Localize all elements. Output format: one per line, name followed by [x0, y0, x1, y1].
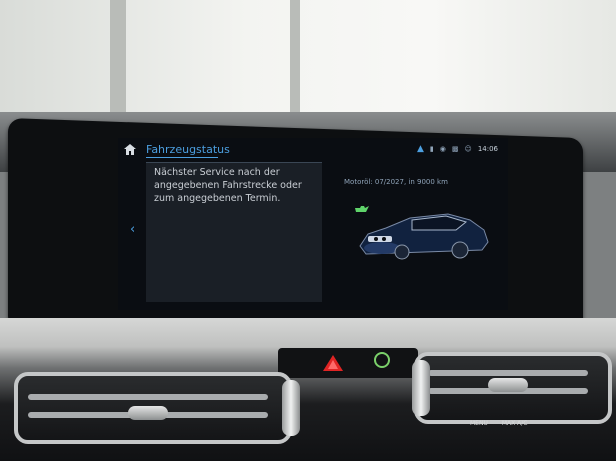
- max-ac-button[interactable]: MAX A/C: [502, 420, 528, 427]
- menu-button[interactable]: MENU: [470, 420, 488, 427]
- vent-chrome-post: [282, 380, 300, 436]
- background-window: [0, 0, 616, 125]
- climate-controls: MENU MAX A/C: [470, 420, 527, 427]
- page-title: Fahrzeugstatus: [146, 143, 230, 156]
- service-notice-text: Nächster Service nach der angegebenen Fa…: [154, 167, 302, 204]
- vent-chrome-post: [412, 360, 430, 416]
- infotainment-screen: Fahrzeugstatus ▲ ▮ ◉ ▩ ☺ 14:06 Nächster …: [118, 138, 508, 310]
- left-air-vent[interactable]: [14, 372, 292, 444]
- divider: [146, 162, 322, 163]
- back-chevron-icon[interactable]: ‹: [130, 222, 135, 237]
- car-illustration: [359, 213, 489, 260]
- hazard-icon[interactable]: [322, 354, 344, 372]
- oil-service-label: Motoröl: 07/2027, in 9000 km: [344, 178, 448, 186]
- vent-blade: [28, 394, 268, 400]
- user-icon: ☺: [464, 145, 472, 153]
- home-icon[interactable]: [124, 144, 136, 155]
- hazard-strip: [278, 348, 418, 378]
- phone-icon: ▮: [429, 145, 434, 153]
- signal-icon: ▩: [451, 145, 459, 153]
- right-air-vent[interactable]: [414, 352, 612, 424]
- service-notice-panel: Nächster Service nach der angegebenen Fa…: [146, 162, 322, 302]
- chevron-up-icon[interactable]: ▲: [417, 144, 424, 154]
- status-clock: 14:06: [477, 145, 498, 153]
- background-pillar: [290, 0, 300, 120]
- service-detail-panel: Motoröl: 07/2027, in 9000 km: [334, 162, 504, 302]
- status-icons: ▲ ▮ ◉ ▩ ☺ 14:06: [417, 144, 498, 154]
- vent-blade: [428, 370, 588, 376]
- vent-slider-knob[interactable]: [488, 378, 528, 392]
- background-pillar: [110, 0, 126, 120]
- driving-assist-icon[interactable]: [374, 352, 390, 368]
- vent-slider-knob[interactable]: [128, 406, 168, 420]
- status-bar: Fahrzeugstatus ▲ ▮ ◉ ▩ ☺ 14:06: [118, 138, 508, 162]
- connectivity-icon: ◉: [439, 145, 446, 153]
- title-underline: [146, 157, 218, 158]
